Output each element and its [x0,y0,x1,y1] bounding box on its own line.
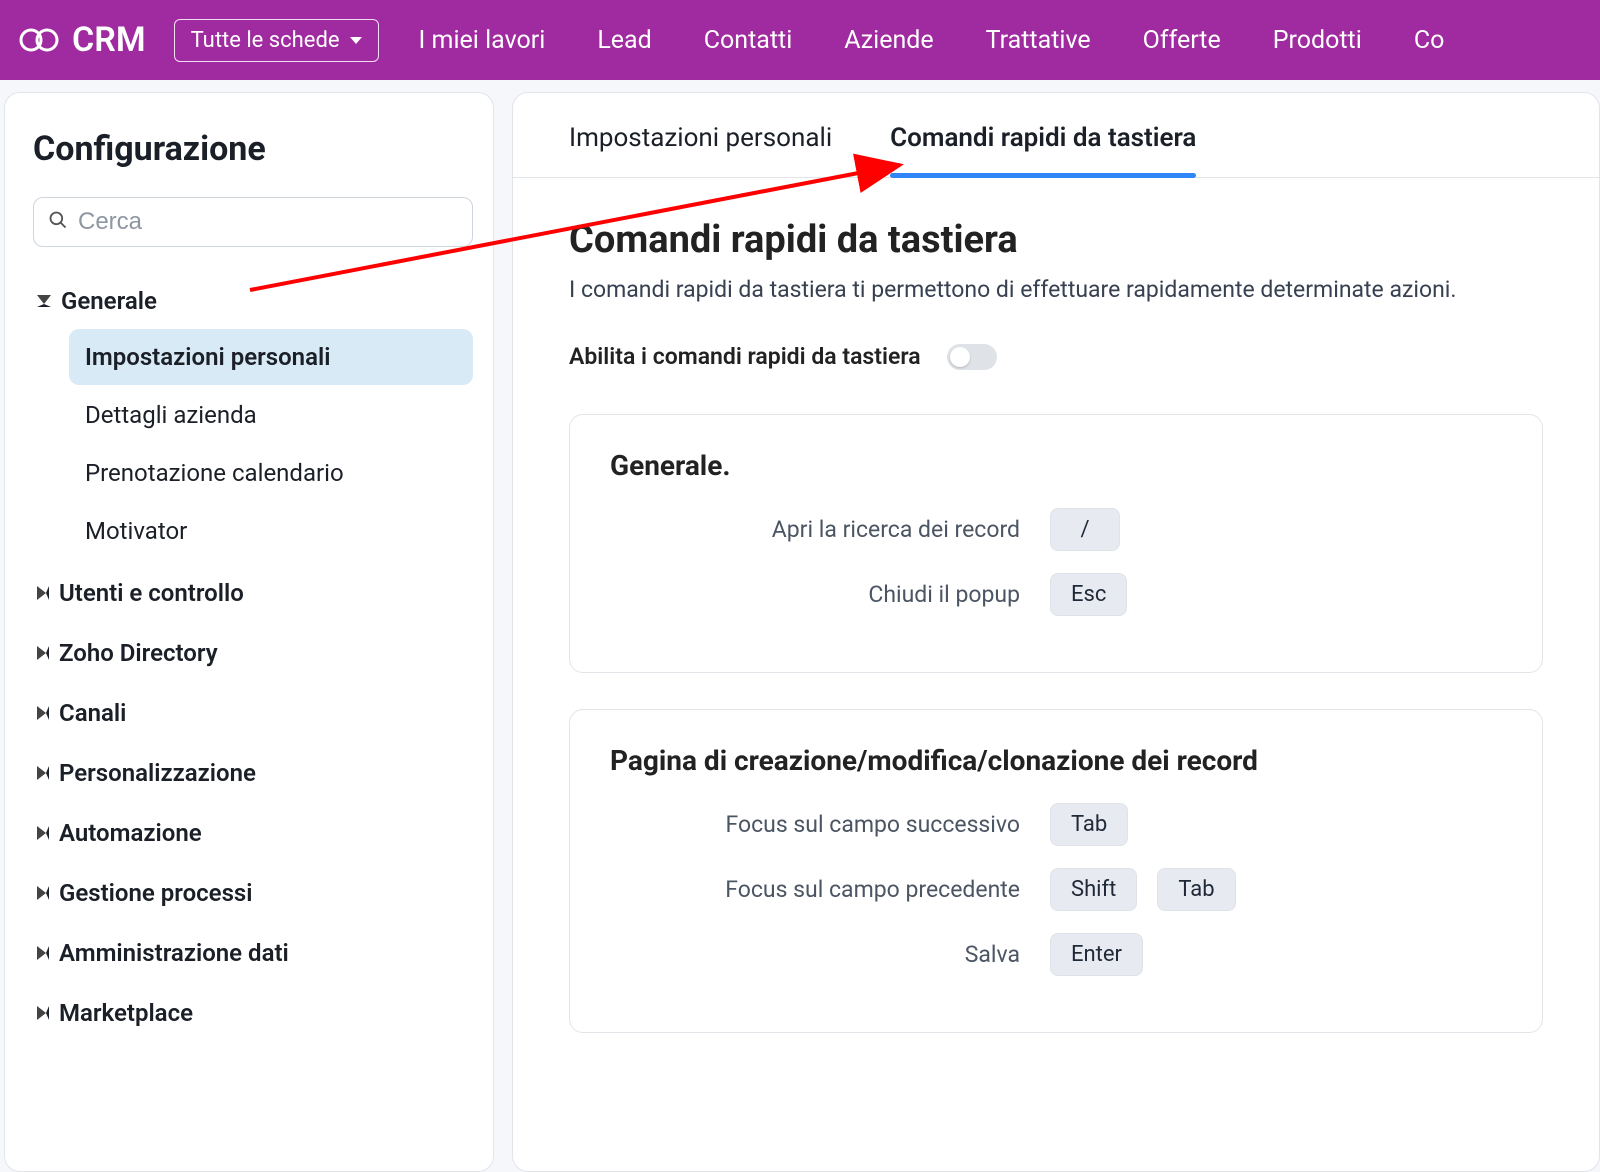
group-label: Gestione processi [59,879,253,907]
all-tabs-dropdown[interactable]: Tutte le schede [174,19,379,62]
nav-item[interactable]: I miei lavori [419,26,546,55]
shortcut-section-record: Pagina di creazione/modifica/clonazione … [569,709,1543,1033]
group-label: Canali [59,699,126,727]
all-tabs-label: Tutte le schede [191,28,340,53]
group-header[interactable]: Generale [33,275,473,327]
shortcut-label: Focus sul campo successivo [610,811,1050,838]
chevron-right-icon [37,826,49,840]
sidebar-item-dettagli-azienda[interactable]: Dettagli azienda [69,387,473,443]
shortcut-row: Focus sul campo successivo Tab [610,803,1502,846]
key-badge: / [1050,508,1120,551]
sidebar-item-motivator[interactable]: Motivator [69,503,473,559]
shortcut-row: Apri la ricerca dei record / [610,508,1502,551]
main-content: Impostazioni personali Comandi rapidi da… [512,92,1600,1172]
group-header[interactable]: Automazione [33,807,473,859]
page-title: Comandi rapidi da tastiera [569,218,1543,262]
toggle-label: Abilita i comandi rapidi da tastiera [569,343,921,370]
section-title: Generale. [610,449,1502,482]
sidebar-tree: Generale Impostazioni personali Dettagli… [33,275,473,1039]
group-label: Marketplace [59,999,193,1027]
shortcut-label: Chiudi il popup [610,581,1050,608]
nav-item[interactable]: Prodotti [1273,26,1362,55]
sidebar-group-generale: Generale Impostazioni personali Dettagli… [33,275,473,559]
group-header[interactable]: Gestione processi [33,867,473,919]
shortcut-row: Chiudi il popup Esc [610,573,1502,616]
nav-item[interactable]: Contatti [704,26,793,55]
chevron-right-icon [37,586,49,600]
top-nav: I miei lavori Lead Contatti Aziende Trat… [419,26,1445,55]
key-badge: Tab [1050,803,1128,846]
group-label: Zoho Directory [59,639,218,667]
key-badge: Tab [1157,868,1235,911]
chevron-right-icon [37,1006,49,1020]
tab-impostazioni-personali[interactable]: Impostazioni personali [569,123,832,177]
shortcut-label: Salva [610,941,1050,968]
search-input[interactable] [78,208,458,236]
group-label: Automazione [59,819,202,847]
group-label: Generale [61,287,157,315]
nav-item[interactable]: Trattative [986,26,1091,55]
group-label: Utenti e controllo [59,579,244,607]
brand-label: CRM [72,20,146,60]
shortcut-label: Apri la ricerca dei record [610,516,1050,543]
search-icon [48,208,68,236]
key-badge: Esc [1050,573,1127,616]
sidebar: Configurazione Generale Impostazioni per… [4,92,494,1172]
nav-item[interactable]: Offerte [1143,26,1221,55]
shortcut-row: Focus sul campo precedente Shift Tab [610,868,1502,911]
group-label: Personalizzazione [59,759,256,787]
content-tabs: Impostazioni personali Comandi rapidi da… [513,93,1599,178]
shortcut-label: Focus sul campo precedente [610,876,1050,903]
chevron-right-icon [37,946,49,960]
tab-comandi-rapidi[interactable]: Comandi rapidi da tastiera [890,123,1196,177]
section-title: Pagina di creazione/modifica/clonazione … [610,744,1502,777]
chevron-right-icon [37,766,49,780]
group-header[interactable]: Zoho Directory [33,627,473,679]
group-header[interactable]: Utenti e controllo [33,567,473,619]
topbar: CRM Tutte le schede I miei lavori Lead C… [0,0,1600,80]
key-badge: Enter [1050,933,1143,976]
chevron-down-icon [37,295,51,307]
chevron-right-icon [37,886,49,900]
group-label: Amministrazione dati [59,939,289,967]
group-header[interactable]: Personalizzazione [33,747,473,799]
group-header[interactable]: Marketplace [33,987,473,1039]
sidebar-title: Configurazione [33,129,473,169]
group-header[interactable]: Amministrazione dati [33,927,473,979]
page-description: I comandi rapidi da tastiera ti permetto… [569,276,1543,303]
sidebar-item-prenotazione-calendario[interactable]: Prenotazione calendario [69,445,473,501]
chevron-down-icon [350,37,362,44]
shortcut-section-generale: Generale. Apri la ricerca dei record / C… [569,414,1543,673]
enable-shortcuts-toggle[interactable] [947,344,997,370]
nav-item[interactable]: Lead [597,26,651,55]
key-badge: Shift [1050,868,1137,911]
chevron-right-icon [37,706,49,720]
nav-item[interactable]: Co [1414,26,1445,55]
group-header[interactable]: Canali [33,687,473,739]
sidebar-item-impostazioni-personali[interactable]: Impostazioni personali [69,329,473,385]
shortcut-row: Salva Enter [610,933,1502,976]
search-input-wrap[interactable] [33,197,473,247]
chevron-right-icon [37,646,49,660]
logo-icon [18,27,60,53]
nav-item[interactable]: Aziende [844,26,933,55]
